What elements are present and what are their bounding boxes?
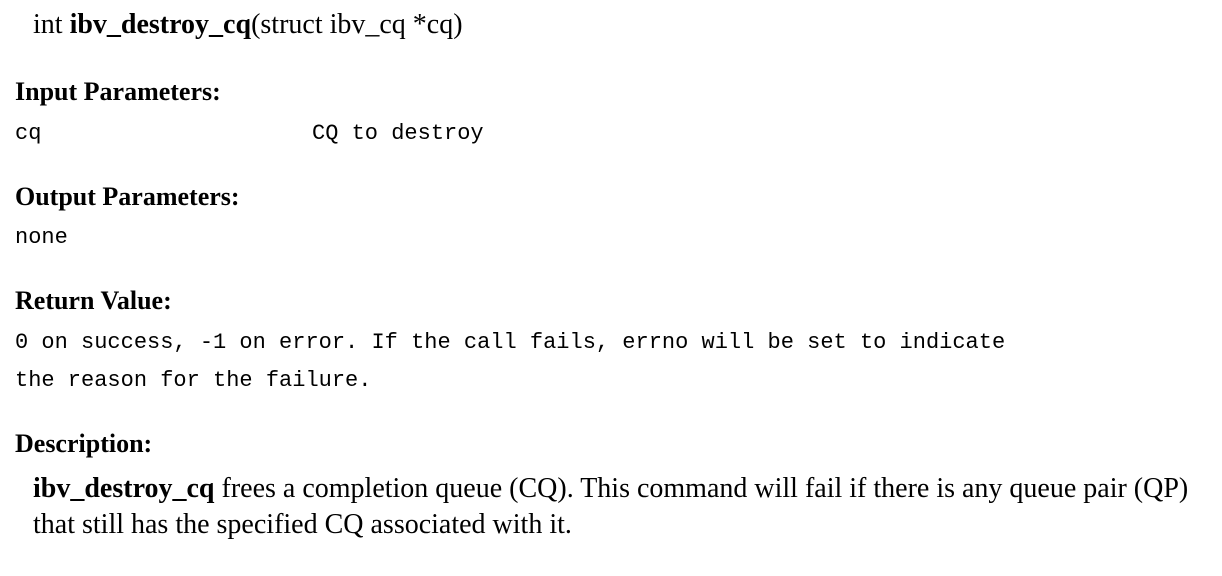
- function-signature: int ibv_destroy_cq(struct ibv_cq *cq): [33, 4, 463, 46]
- function-params: (struct ibv_cq *cq): [251, 9, 463, 40]
- function-name: ibv_destroy_cq: [69, 9, 252, 40]
- description-paragraph: ibv_destroy_cq frees a completion queue …: [33, 471, 1218, 543]
- output-parameters-heading: Output Parameters:: [15, 182, 240, 211]
- return-type: int: [33, 9, 63, 40]
- parameter-name: cq: [15, 121, 42, 146]
- return-value-line-2: the reason for the failure.: [15, 368, 372, 393]
- return-value-line-1: 0 on success, -1 on error. If the call f…: [15, 330, 1006, 355]
- description-heading: Description:: [15, 429, 153, 458]
- parameter-description: CQ to destroy: [312, 121, 484, 146]
- input-parameter-row: cq CQ to destroy: [15, 115, 1115, 153]
- return-value-heading: Return Value:: [15, 286, 172, 315]
- output-parameters-text: none: [15, 225, 68, 250]
- description-function-name: ibv_destroy_cq: [33, 473, 215, 504]
- input-parameters-heading: Input Parameters:: [15, 77, 221, 106]
- man-page: int ibv_destroy_cq(struct ibv_cq *cq) In…: [0, 0, 1222, 576]
